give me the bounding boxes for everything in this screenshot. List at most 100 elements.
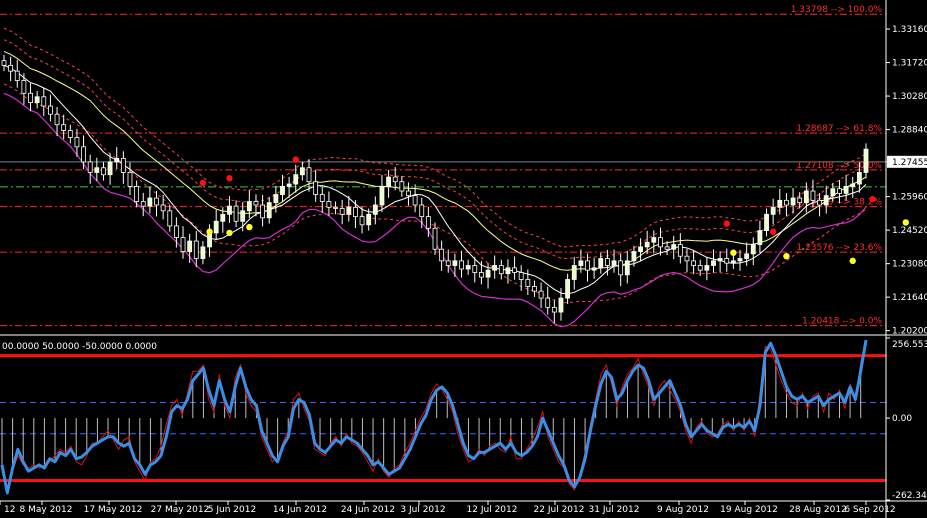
bull-candle <box>200 246 206 259</box>
bear-candle <box>837 188 842 194</box>
bear-candle <box>817 199 822 206</box>
bull-candle <box>638 246 643 252</box>
bull-candle <box>346 206 352 215</box>
bear-candle <box>333 206 338 209</box>
time-tick-label: 19 Aug 2012 <box>720 505 778 515</box>
bull-candle <box>505 267 511 275</box>
bear-candle <box>432 227 438 250</box>
indicator-tick-label: 0.00 <box>892 414 912 424</box>
bear-candle <box>406 190 411 197</box>
bull-candle <box>207 232 212 248</box>
time-tick-label: 5 Jun 2012 <box>208 505 256 515</box>
bull-candle <box>843 185 849 194</box>
bull-candle <box>299 167 305 176</box>
fib-level-label: 1.33798 --> 100.0% <box>791 5 883 15</box>
bear-candle <box>28 92 33 103</box>
time-tick-label: 22 Jul 2012 <box>534 505 585 515</box>
bear-candle <box>260 204 266 219</box>
bear-candle <box>313 181 319 195</box>
bull-candle <box>114 158 120 163</box>
bull-candle <box>280 185 285 195</box>
bear-candle <box>459 260 464 270</box>
bear-candle <box>618 260 624 276</box>
bear-candle <box>160 204 166 212</box>
sell-signal-marker <box>869 195 876 203</box>
bull-candle <box>34 96 40 103</box>
bear-candle <box>538 290 544 299</box>
bull-candle <box>850 183 856 187</box>
bull-candle <box>598 258 604 269</box>
bear-candle <box>120 158 126 173</box>
bear-candle <box>173 225 179 238</box>
price-tick-label: 1.20200 <box>892 327 927 337</box>
fib-level-label: 1.20418 --> 0.0% <box>802 317 882 327</box>
bear-candle <box>664 246 670 250</box>
bull-candle <box>730 260 736 264</box>
bull-candle <box>246 201 252 212</box>
bull-candle <box>717 258 723 262</box>
bear-candle <box>319 194 325 202</box>
bull-candle <box>240 210 246 222</box>
bear-candle <box>233 205 239 222</box>
bull-candle <box>856 172 862 185</box>
bull-candle <box>366 213 372 226</box>
bear-candle <box>479 272 484 278</box>
bull-candle <box>704 265 710 271</box>
bear-candle <box>21 80 27 94</box>
bear-candle <box>87 161 93 173</box>
buy-signal-marker <box>246 223 253 231</box>
bear-candle <box>154 197 159 206</box>
time-tick-label: 31 Jul 2012 <box>589 505 640 515</box>
bear-candle <box>585 260 590 271</box>
bull-candle <box>372 204 378 215</box>
time-tick-label: 3 Jul 2012 <box>400 505 445 515</box>
buy-signal-marker <box>902 219 909 226</box>
bull-candle <box>558 297 564 313</box>
bull-candle <box>94 167 100 173</box>
bull-candle <box>750 244 756 255</box>
bear-candle <box>140 201 146 207</box>
price-tick-label: 1.21640 <box>892 293 927 303</box>
indicator-tick-label: 256.553 <box>892 340 927 350</box>
bull-candle <box>107 161 113 176</box>
bear-candle <box>439 248 445 262</box>
bull-candle <box>266 202 272 219</box>
fib-level-label: 1.23576 --> 23.6% <box>796 243 882 253</box>
time-tick-label: 27 May 2012 <box>151 505 210 515</box>
bear-candle <box>8 64 14 72</box>
fib-level-label: 1.28687 --> 61.8% <box>796 124 882 134</box>
time-tick-label: 28 Aug 2012 <box>789 505 847 515</box>
bull-candle <box>790 197 796 206</box>
bull-candle <box>624 260 630 276</box>
bull-candle <box>631 251 637 262</box>
bear-candle <box>605 258 610 266</box>
current-price-label: 1.27455 <box>892 158 927 168</box>
bear-candle <box>545 297 551 308</box>
bear-candle <box>498 265 504 275</box>
fib-level-label: 1.27108 --> 50.0% <box>796 161 882 171</box>
bull-candle <box>757 230 763 245</box>
price-tick-label: 1.33160 <box>892 25 927 35</box>
bear-candle <box>425 216 431 229</box>
bull-candle <box>651 237 657 243</box>
sell-signal-marker <box>769 228 777 235</box>
bull-candle <box>227 205 232 215</box>
bull-candle <box>744 253 750 259</box>
bull-candle <box>386 176 391 187</box>
bear-candle <box>784 199 789 206</box>
bull-candle <box>273 194 279 204</box>
bull-candle <box>147 197 153 207</box>
indicator-header: 00.0000 50.0000 -50.0000 0.0000 <box>2 342 157 352</box>
bear-candle <box>127 172 133 187</box>
bear-candle <box>74 137 80 148</box>
bear-candle <box>81 146 86 163</box>
bull-candle <box>823 195 829 206</box>
bull-candle <box>611 260 617 266</box>
bear-candle <box>797 197 803 204</box>
bear-candle <box>419 204 425 218</box>
time-tick-label: 14 Jun 2012 <box>273 505 327 515</box>
time-tick-label: 12 Jul 2012 <box>467 505 518 515</box>
bull-candle <box>571 265 577 280</box>
bear-candle <box>551 306 557 313</box>
bear-candle <box>691 260 696 266</box>
